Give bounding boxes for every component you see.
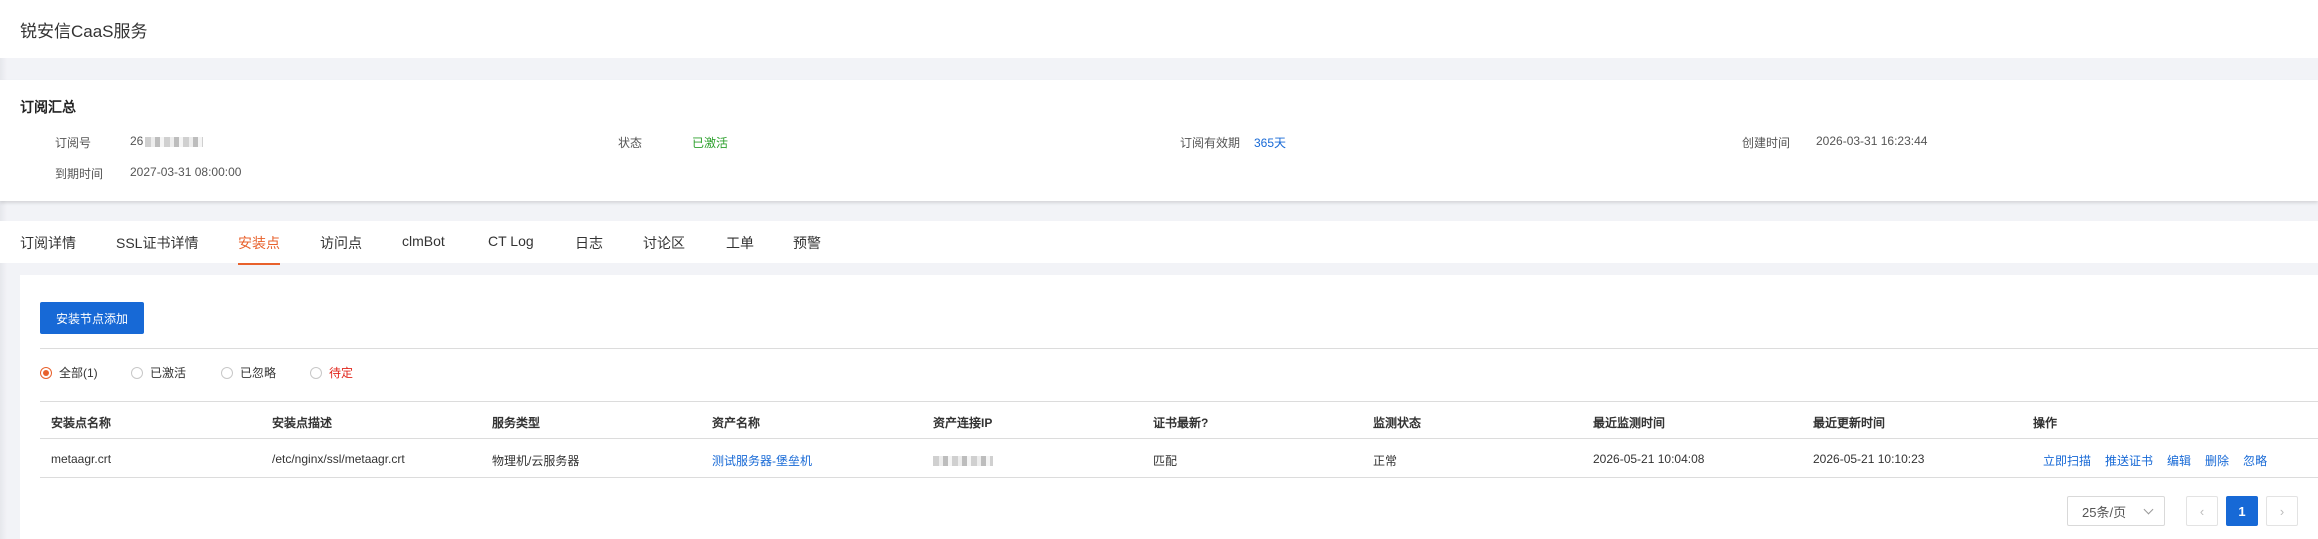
filter-pending-radio[interactable]: 待定 bbox=[310, 364, 353, 381]
page-size-label: 25条/页 bbox=[2082, 504, 2127, 520]
column-header: 最近监测时间 bbox=[1593, 416, 1666, 430]
filter-ignored-radio[interactable]: 已忽略 bbox=[221, 364, 276, 381]
tab-discussion[interactable]: 讨论区 bbox=[643, 233, 685, 253]
tab-tickets[interactable]: 工单 bbox=[726, 233, 754, 253]
tab-clmbot[interactable]: clmBot bbox=[402, 233, 445, 249]
subscription-summary-card: 订阅汇总 订阅号 26 状态 已激活 订阅有效期 365天 创建时间 2026-… bbox=[0, 80, 2318, 201]
next-page-button[interactable]: › bbox=[2266, 496, 2298, 526]
tab-subscription-details[interactable]: 订阅详情 bbox=[20, 233, 76, 253]
subscription-number-value: 26 bbox=[130, 134, 204, 148]
last-update-time: 2026-05-21 10:10:23 bbox=[1813, 452, 1925, 466]
current-page-button[interactable]: 1 bbox=[2226, 496, 2258, 526]
filter-pending-label: 待定 bbox=[329, 366, 354, 380]
install-point-description: /etc/nginx/ssl/metaagr.crt bbox=[272, 452, 405, 466]
filter-active-label: 已激活 bbox=[150, 366, 187, 380]
column-header: 监测状态 bbox=[1373, 416, 1422, 430]
scan-now-link[interactable]: 立即扫描 bbox=[2043, 452, 2091, 469]
column-header: 安装点名称 bbox=[51, 416, 112, 430]
chevron-down-icon bbox=[2143, 504, 2154, 515]
prev-page-button[interactable]: ‹ bbox=[2186, 496, 2218, 526]
table-header: 安装点名称 安装点描述 服务类型 资产名称 资产连接IP 证书最新? 监测状态 … bbox=[40, 401, 2318, 439]
install-point-name: metaagr.crt bbox=[51, 452, 112, 466]
cert-latest-status: 匹配 bbox=[1153, 454, 1178, 468]
tab-logs[interactable]: 日志 bbox=[575, 233, 603, 253]
monitor-status: 正常 bbox=[1373, 454, 1398, 468]
detail-tabs: 订阅详情 SSL证书详情 安装点 访问点 clmBot CT Log 日志 讨论… bbox=[0, 221, 2318, 265]
delete-link[interactable]: 删除 bbox=[2205, 452, 2229, 469]
subscription-number-label: 订阅号 bbox=[55, 136, 92, 150]
column-header: 证书最新? bbox=[1153, 416, 1209, 430]
filter-ignored-label: 已忽略 bbox=[240, 366, 277, 380]
edit-link[interactable]: 编辑 bbox=[2167, 452, 2191, 469]
app-title: 锐安信CaaS服务 bbox=[20, 22, 148, 41]
expiry-time-value: 2027-03-31 08:00:00 bbox=[130, 165, 242, 179]
tab-alerts[interactable]: 预警 bbox=[793, 233, 821, 253]
push-cert-link[interactable]: 推送证书 bbox=[2105, 452, 2153, 469]
column-header: 最近更新时间 bbox=[1813, 416, 1886, 430]
column-header: 资产连接IP bbox=[933, 416, 993, 430]
tab-ssl-certificate-details[interactable]: SSL证书详情 bbox=[116, 233, 198, 253]
status-value: 已激活 bbox=[692, 136, 729, 150]
tab-install-points[interactable]: 安装点 bbox=[238, 233, 280, 265]
radio-icon bbox=[310, 366, 322, 379]
radio-icon bbox=[221, 366, 233, 379]
tab-ct-log[interactable]: CT Log bbox=[488, 233, 534, 249]
column-header: 操作 bbox=[2033, 416, 2058, 430]
filter-active-radio[interactable]: 已激活 bbox=[131, 364, 186, 381]
redacted-subscription-number bbox=[145, 136, 204, 147]
radio-checked-icon bbox=[40, 366, 52, 379]
page-size-select[interactable]: 25条/页 bbox=[2067, 496, 2165, 526]
column-header: 安装点描述 bbox=[272, 416, 333, 430]
row-actions: 立即扫描 推送证书 编辑 删除 忽略 bbox=[2043, 452, 2281, 469]
asset-name-link[interactable]: 测试服务器-堡垒机 bbox=[712, 452, 812, 469]
validity-value: 365天 bbox=[1254, 136, 1287, 150]
radio-icon bbox=[131, 366, 143, 379]
validity-label: 订阅有效期 bbox=[1180, 136, 1241, 150]
created-time-value: 2026-03-31 16:23:44 bbox=[1816, 134, 1928, 148]
summary-heading: 订阅汇总 bbox=[20, 99, 76, 115]
redacted-ip bbox=[933, 455, 993, 466]
expiry-time-label: 到期时间 bbox=[55, 167, 104, 181]
tab-access-points[interactable]: 访问点 bbox=[320, 233, 362, 253]
filter-all-label: 全部(1) bbox=[59, 366, 98, 380]
asset-ip bbox=[933, 453, 993, 467]
top-bar: 锐安信CaaS服务 bbox=[0, 0, 2318, 58]
column-header: 资产名称 bbox=[712, 416, 761, 430]
created-time-label: 创建时间 bbox=[1742, 136, 1791, 150]
add-install-node-button[interactable]: 安装节点添加 bbox=[40, 302, 144, 334]
install-points-panel: 安装节点添加 全部(1) 已激活 已忽略 待定 安装点名称 安装点描述 服务类型… bbox=[20, 275, 2318, 539]
table-row: metaagr.crt /etc/nginx/ssl/metaagr.crt 物… bbox=[40, 439, 2318, 478]
column-header: 服务类型 bbox=[492, 416, 541, 430]
ignore-link[interactable]: 忽略 bbox=[2243, 452, 2267, 469]
last-check-time: 2026-05-21 10:04:08 bbox=[1593, 452, 1705, 466]
subscription-number-prefix: 26 bbox=[130, 134, 144, 148]
service-type: 物理机/云服务器 bbox=[492, 454, 580, 468]
status-label: 状态 bbox=[618, 136, 643, 150]
filter-all-radio[interactable]: 全部(1) bbox=[40, 364, 98, 381]
divider bbox=[40, 348, 2318, 349]
